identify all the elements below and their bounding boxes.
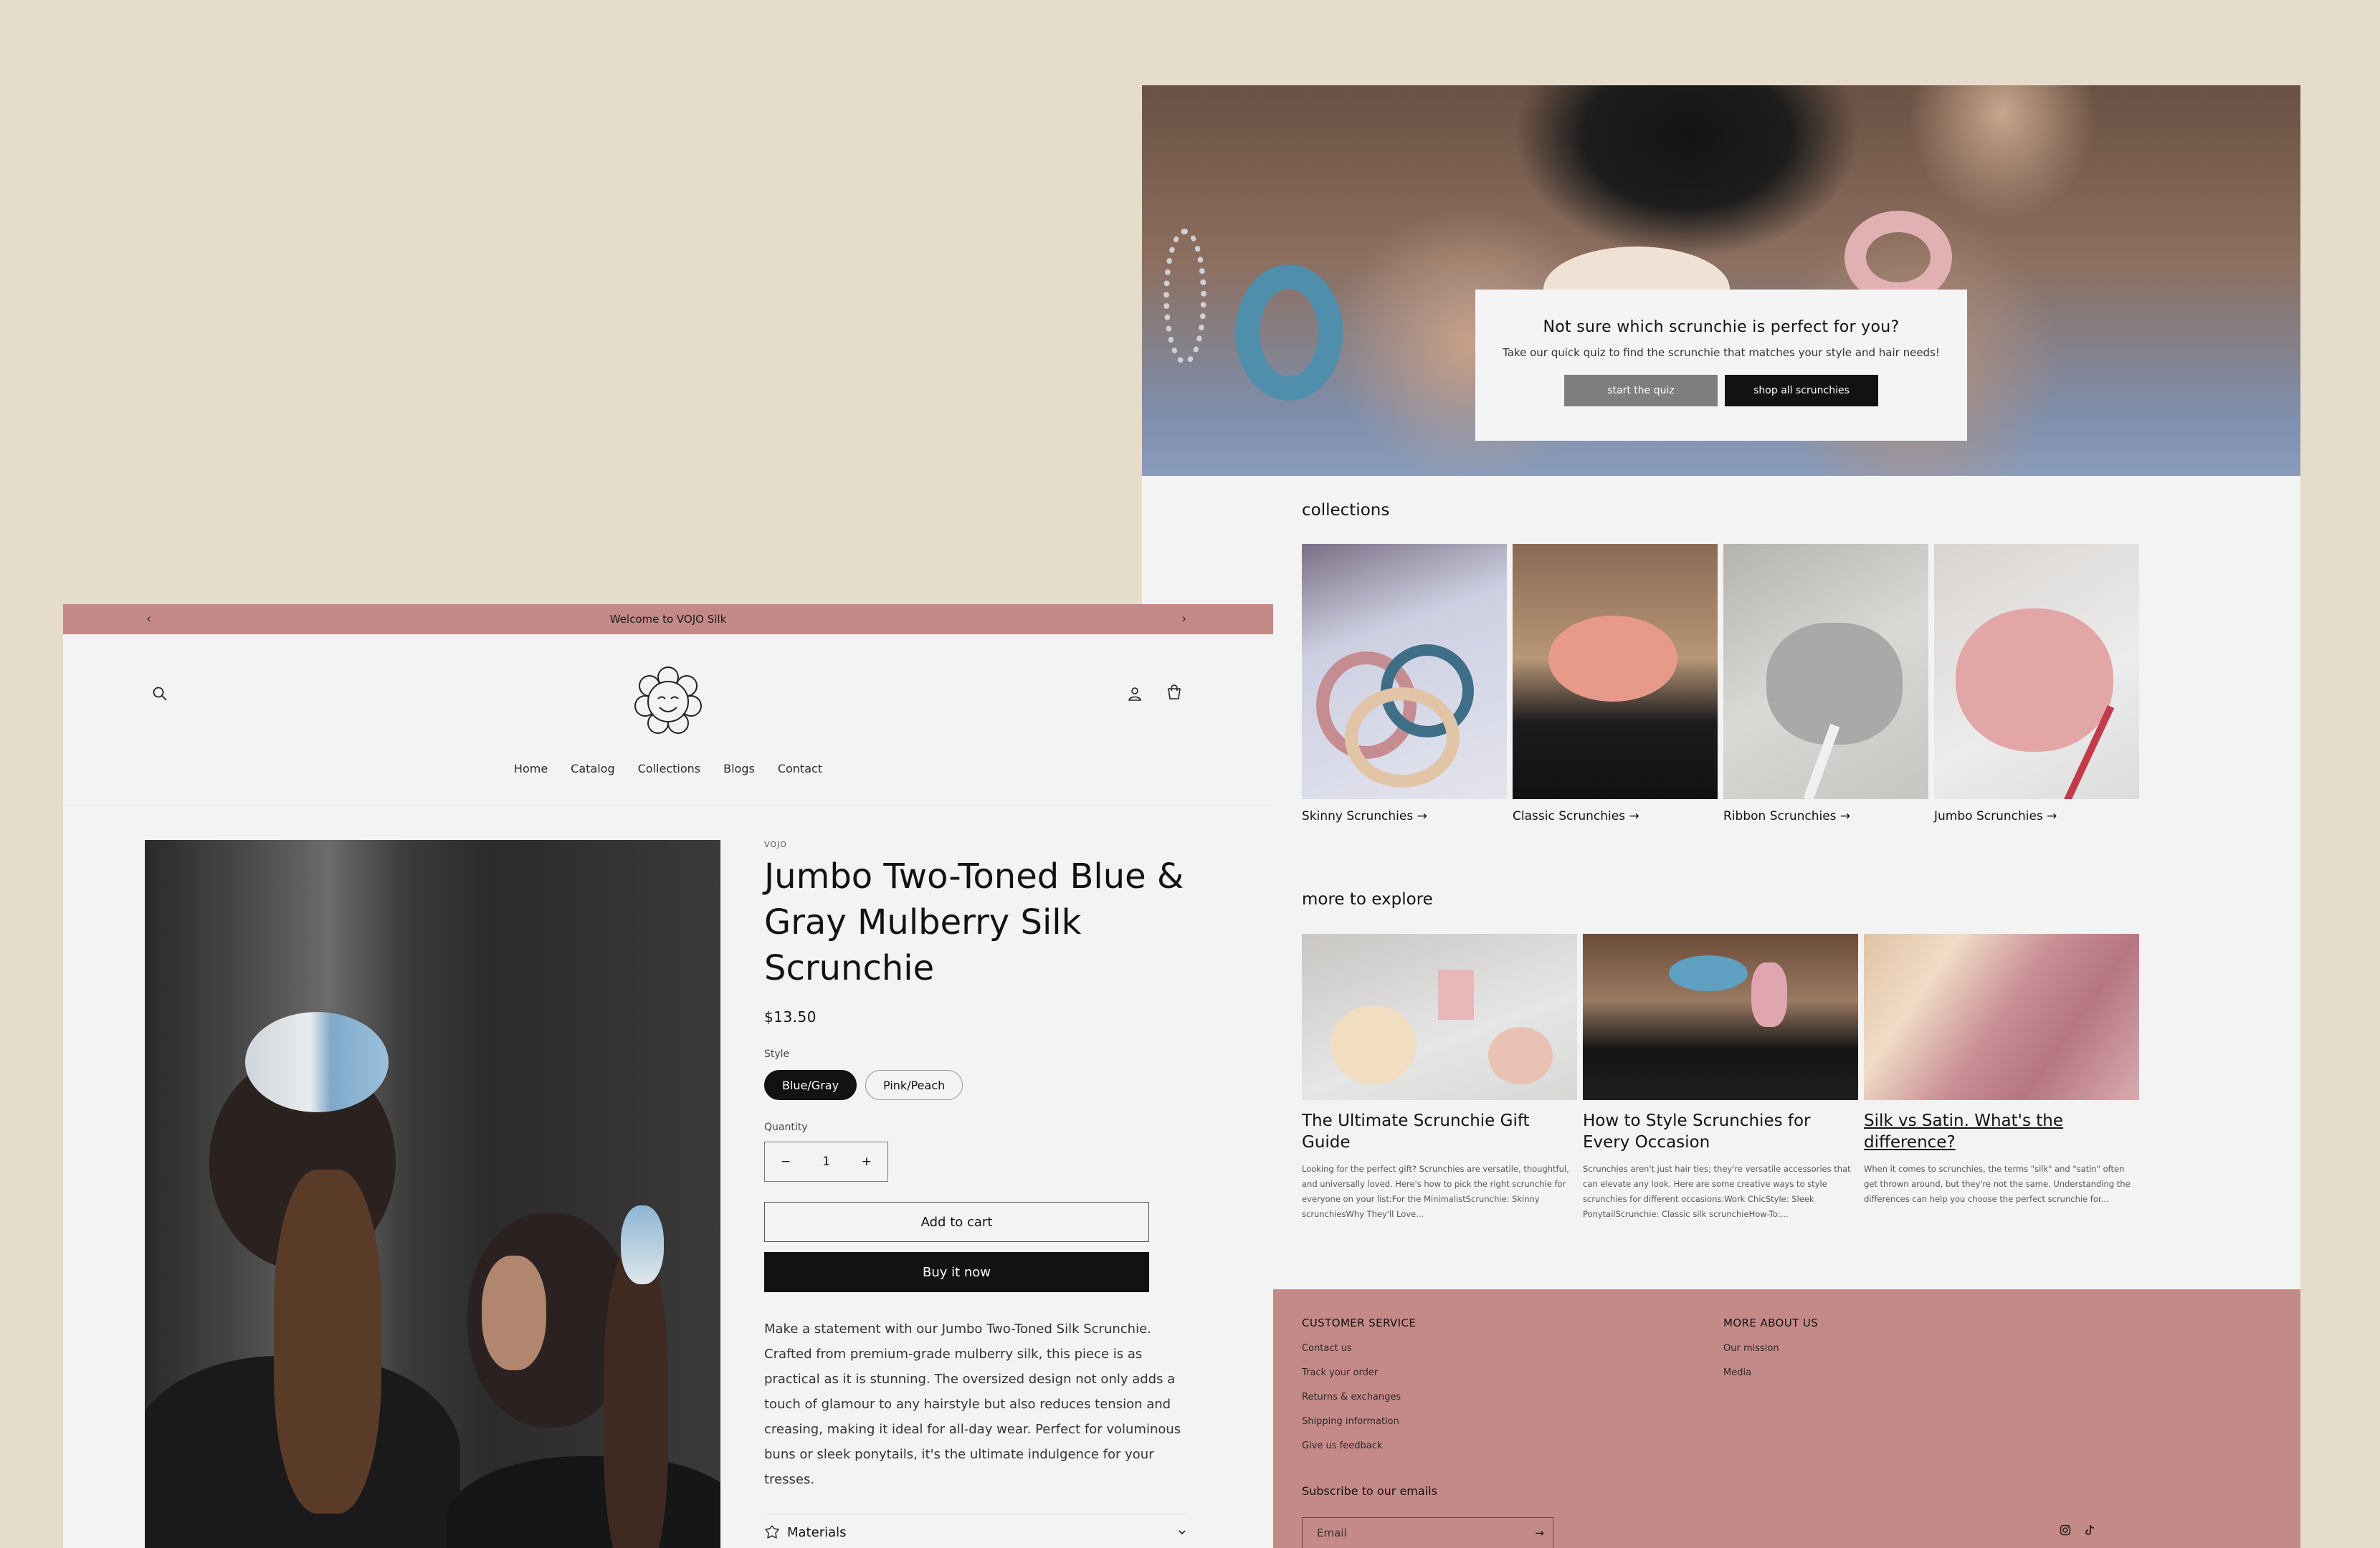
footer-link-contact[interactable]: Contact us — [1302, 1343, 1416, 1354]
quiz-card: Not sure which scrunchie is perfect for … — [1475, 290, 1967, 441]
announcement-text: Welcome to VOJO Silk — [609, 613, 727, 626]
style-option-pink-peach[interactable]: Pink/Peach — [865, 1070, 963, 1100]
blog-image-silk-vs-satin — [1864, 934, 2139, 1100]
nav-contact[interactable]: Contact — [778, 762, 822, 775]
account-icon[interactable] — [1127, 686, 1143, 702]
collection-card-ribbon[interactable]: Ribbon Scrunchies → — [1723, 544, 1928, 823]
footer-link-shipping[interactable]: Shipping information — [1302, 1416, 1416, 1427]
collection-image-jumbo — [1934, 544, 2139, 799]
nav-home[interactable]: Home — [514, 762, 548, 775]
collection-image-classic — [1513, 544, 1718, 799]
vendor-label: VOJO — [764, 840, 787, 849]
footer-link-media[interactable]: Media — [1723, 1367, 1818, 1378]
collection-link-skinny[interactable]: Skinny Scrunchies → — [1302, 809, 1507, 823]
collection-link-ribbon[interactable]: Ribbon Scrunchies → — [1723, 809, 1928, 823]
nav-collections[interactable]: Collections — [638, 762, 700, 775]
footer-customer-service: CUSTOMER SERVICE Contact us Track your o… — [1302, 1289, 1416, 1451]
footer-link-mission[interactable]: Our mission — [1723, 1343, 1818, 1354]
footer-link-track-order[interactable]: Track your order — [1302, 1367, 1416, 1378]
social-links — [2060, 1524, 2095, 1536]
collection-image-ribbon — [1723, 544, 1928, 799]
product-info-panel: VOJO Jumbo Two-Toned Blue & Gray Mulberr… — [764, 840, 1194, 1540]
subscribe-title: Subscribe to our emails — [1302, 1484, 1437, 1498]
site-header: Home Catalog Collections Blogs Contact — [63, 634, 1273, 806]
blog-card-style-guide[interactable]: How to Style Scrunchies for Every Occasi… — [1583, 934, 1858, 1222]
shop-all-button[interactable]: shop all scrunchies — [1725, 375, 1878, 406]
flower-logo[interactable] — [631, 663, 705, 737]
product-page-window: ‹ Welcome to VOJO Silk › Home Catalog Co… — [63, 604, 1273, 1548]
collection-card-skinny[interactable]: Skinny Scrunchies → — [1302, 544, 1507, 823]
explore-title: more to explore — [1302, 890, 1433, 909]
style-label: Style — [764, 1048, 790, 1060]
style-option-blue-gray[interactable]: Blue/Gray — [764, 1070, 857, 1100]
blog-excerpt-silk-vs-satin: When it comes to scrunchies, the terms "… — [1864, 1164, 2131, 1204]
quiz-subtext: Take our quick quiz to find the scrunchi… — [1503, 346, 1940, 359]
search-icon[interactable] — [152, 686, 168, 702]
quiz-heading: Not sure which scrunchie is perfect for … — [1543, 318, 1900, 336]
quantity-decrease-button[interactable]: − — [781, 1155, 791, 1169]
collection-link-jumbo[interactable]: Jumbo Scrunchies → — [1934, 809, 2139, 823]
footer-heading-more-about: MORE ABOUT US — [1723, 1317, 1819, 1329]
collection-card-classic[interactable]: Classic Scrunchies → — [1513, 544, 1718, 823]
product-image[interactable] — [145, 840, 720, 1548]
product-description: Make a statement with our Jumbo Two-Tone… — [764, 1322, 1181, 1487]
materials-label: Materials — [787, 1524, 847, 1540]
hero-banner: Not sure which scrunchie is perfect for … — [1142, 85, 2300, 476]
footer-more-about: MORE ABOUT US Our mission Media — [1723, 1289, 1818, 1378]
blog-card-gift-guide[interactable]: The Ultimate Scrunchie Gift Guide Lookin… — [1302, 934, 1577, 1222]
materials-icon — [765, 1525, 779, 1539]
style-options: Blue/Gray Pink/Peach — [764, 1070, 1194, 1100]
hero-photo-scrunchie-blue — [1235, 264, 1343, 401]
email-input[interactable] — [1303, 1526, 1518, 1539]
chevron-down-icon — [1179, 1530, 1186, 1535]
blog-title-silk-vs-satin[interactable]: Silk vs Satin. What's the difference? — [1864, 1110, 2139, 1153]
blog-image-gift-guide — [1302, 934, 1577, 1100]
hero-photo-bracelet — [1163, 229, 1206, 365]
tiktok-icon[interactable] — [2084, 1524, 2095, 1536]
announcement-next-icon[interactable]: › — [1181, 611, 1186, 626]
start-quiz-button[interactable]: start the quiz — [1564, 375, 1718, 406]
collection-link-classic[interactable]: Classic Scrunchies → — [1513, 809, 1718, 823]
buy-now-button[interactable]: Buy it now — [764, 1252, 1149, 1292]
footer-link-returns[interactable]: Returns & exchanges — [1302, 1392, 1416, 1403]
nav-blogs[interactable]: Blogs — [723, 762, 755, 775]
email-field-wrapper: → — [1302, 1517, 1553, 1548]
email-submit-arrow[interactable]: → — [1535, 1526, 1544, 1539]
product-price: $13.50 — [764, 1008, 817, 1026]
quantity-label: Quantity — [764, 1122, 808, 1133]
footer-link-feedback[interactable]: Give us feedback — [1302, 1440, 1416, 1451]
blog-card-silk-vs-satin[interactable]: Silk vs Satin. What's the difference? Wh… — [1864, 934, 2139, 1222]
main-nav: Home Catalog Collections Blogs Contact — [63, 762, 1273, 775]
collections-title: collections — [1302, 501, 1390, 520]
blog-grid: The Ultimate Scrunchie Gift Guide Lookin… — [1302, 934, 2139, 1222]
blog-title-style-guide[interactable]: How to Style Scrunchies for Every Occasi… — [1583, 1110, 1858, 1153]
home-page-window: Not sure which scrunchie is perfect for … — [1142, 85, 2300, 1548]
footer-heading-customer-service: CUSTOMER SERVICE — [1302, 1317, 1417, 1329]
collections-grid: Skinny Scrunchies → Classic Scrunchies →… — [1302, 544, 2139, 823]
quantity-stepper: − 1 + — [764, 1142, 888, 1182]
announcement-bar: ‹ Welcome to VOJO Silk › — [63, 604, 1273, 634]
instagram-icon[interactable] — [2060, 1524, 2071, 1536]
collection-card-jumbo[interactable]: Jumbo Scrunchies → — [1934, 544, 2139, 823]
site-footer: CUSTOMER SERVICE Contact us Track your o… — [1273, 1289, 2300, 1548]
blog-title-gift-guide[interactable]: The Ultimate Scrunchie Gift Guide — [1302, 1110, 1577, 1153]
collection-image-skinny — [1302, 544, 1507, 799]
quantity-input[interactable]: 1 — [822, 1155, 830, 1169]
blog-image-style-guide — [1583, 934, 1858, 1100]
product-title: Jumbo Two-Toned Blue & Gray Mulberry Sil… — [764, 856, 1184, 988]
blog-excerpt-style-guide: Scrunchies aren't just hair ties; they'r… — [1583, 1164, 1851, 1219]
quantity-increase-button[interactable]: + — [862, 1155, 872, 1169]
announcement-prev-icon[interactable]: ‹ — [146, 611, 151, 626]
add-to-cart-button[interactable]: Add to cart — [764, 1202, 1149, 1242]
nav-catalog[interactable]: Catalog — [571, 762, 614, 775]
cart-icon[interactable] — [1166, 684, 1183, 702]
materials-accordion[interactable]: Materials — [764, 1514, 1187, 1540]
blog-excerpt-gift-guide: Looking for the perfect gift? Scrunchies… — [1302, 1164, 1569, 1219]
